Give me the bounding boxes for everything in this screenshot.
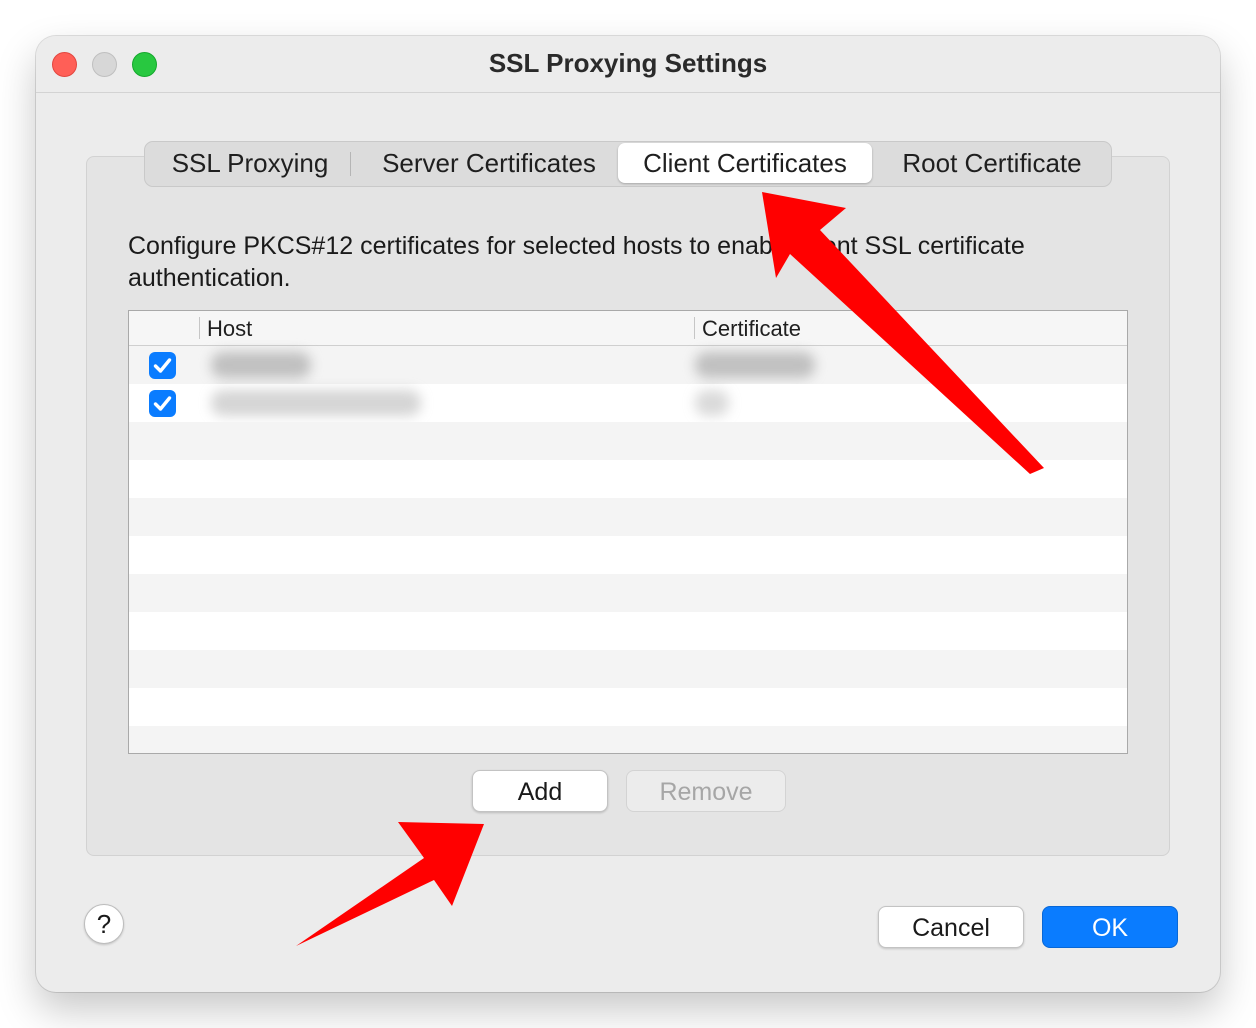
tab-client-certificates[interactable]: Client Certificates [618, 143, 872, 183]
host-cell-redacted [211, 352, 311, 378]
help-button[interactable]: ? [84, 904, 124, 944]
column-header-certificate[interactable]: Certificate [702, 316, 801, 342]
enable-checkbox[interactable] [149, 352, 176, 379]
tab-bar: SSL Proxying Server Certificates Client … [144, 141, 1112, 187]
ssl-proxying-settings-window: SSL Proxying Settings SSL Proxying Serve… [36, 36, 1220, 992]
table-row-empty [129, 688, 1127, 726]
table-row-empty [129, 726, 1127, 753]
table-row-empty [129, 422, 1127, 460]
window-title: SSL Proxying Settings [488, 48, 768, 78]
enable-checkbox[interactable] [149, 390, 176, 417]
column-separator [694, 317, 695, 339]
tab-root-certificate[interactable]: Root Certificate [883, 143, 1101, 183]
table-row-empty [129, 650, 1127, 688]
table-row-empty [129, 612, 1127, 650]
table-row[interactable] [129, 346, 1127, 384]
ok-button[interactable]: OK [1042, 906, 1178, 948]
certificate-cell-redacted [695, 352, 815, 378]
table-row[interactable] [129, 384, 1127, 422]
tab-ssl-proxying[interactable]: SSL Proxying [161, 143, 339, 183]
column-separator [199, 317, 200, 339]
checkmark-icon [153, 358, 172, 373]
table-row-empty [129, 460, 1127, 498]
remove-button[interactable]: Remove [626, 770, 786, 812]
certificate-cell-redacted [695, 390, 729, 416]
table-row-empty [129, 574, 1127, 612]
description-text: Configure PKCS#12 certificates for selec… [128, 232, 1025, 292]
table-header: Host Certificate [129, 311, 1127, 346]
column-header-host[interactable]: Host [207, 316, 252, 342]
table-row-empty [129, 536, 1127, 574]
host-cell-redacted [211, 390, 421, 416]
table-row-empty [129, 498, 1127, 536]
title-bar: SSL Proxying Settings [36, 36, 1220, 93]
tab-server-certificates[interactable]: Server Certificates [363, 143, 615, 183]
tab-separator [350, 152, 351, 176]
add-button[interactable]: Add [472, 770, 608, 812]
checkmark-icon [153, 396, 172, 411]
client-certificates-table: Host Certificate [128, 310, 1128, 754]
cancel-button[interactable]: Cancel [878, 906, 1024, 948]
